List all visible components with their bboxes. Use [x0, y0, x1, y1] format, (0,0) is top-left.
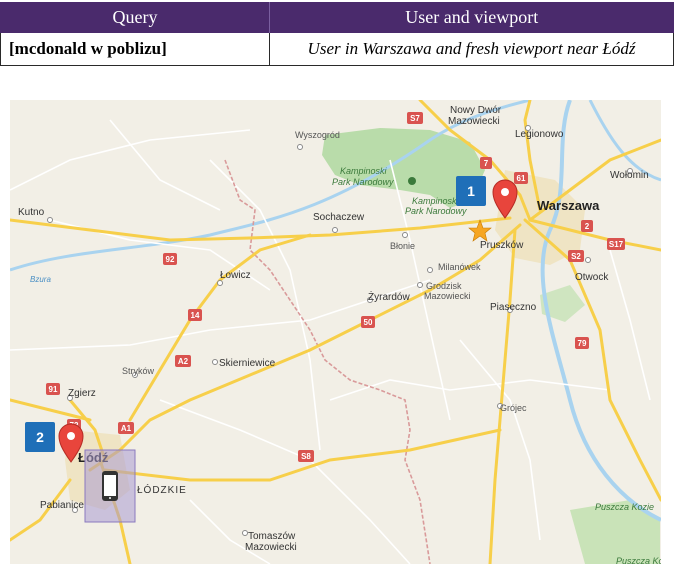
label-legionowo: Legionowo	[515, 129, 564, 140]
header-query: Query	[0, 2, 270, 33]
map-canvas[interactable]: S7 7 61 2 S17 S2 92 14 50 A2 79 91 72 A1…	[10, 100, 661, 564]
svg-text:61: 61	[517, 174, 526, 183]
svg-text:A2: A2	[178, 357, 189, 366]
marker-badge-1[interactable]: 1	[456, 176, 486, 206]
label-puszcza-2: Puszcza Kozie	[616, 556, 661, 564]
road-shield-14: 14	[188, 309, 202, 321]
label-kampinoski-2: Park Narodowy	[332, 177, 394, 187]
svg-text:S8: S8	[301, 452, 311, 461]
svg-text:50: 50	[364, 318, 373, 327]
svg-text:2: 2	[585, 222, 590, 231]
svg-text:14: 14	[191, 311, 200, 320]
label-grojec: Grójec	[500, 403, 527, 413]
label-kutno: Kutno	[18, 207, 45, 218]
svg-text:79: 79	[578, 339, 587, 348]
road-shield-91: 91	[46, 383, 60, 395]
label-piaseczno: Piaseczno	[490, 302, 537, 313]
svg-text:S2: S2	[571, 252, 581, 261]
header-user-viewport: User and viewport	[269, 2, 674, 33]
label-lowicz: Łowicz	[220, 270, 251, 281]
road-shield-s2: S2	[568, 250, 584, 262]
svg-text:S7: S7	[410, 114, 420, 123]
road-shield-92: 92	[163, 253, 177, 265]
label-pruszkow: Pruszków	[480, 240, 524, 251]
svg-text:92: 92	[166, 255, 175, 264]
label-grodzisk-2: Mazowiecki	[424, 291, 471, 301]
label-puszcza-1: Puszcza Kozie	[595, 502, 654, 512]
label-strykow: Stryków	[122, 366, 155, 376]
road-shield-a1: A1	[118, 422, 134, 434]
road-shield-s8: S8	[298, 450, 314, 462]
marker-badge-2[interactable]: 2	[25, 422, 55, 452]
svg-text:A1: A1	[121, 424, 132, 433]
label-nowy-dwor-2: Mazowiecki	[448, 116, 500, 127]
road-shield-79: 79	[575, 337, 589, 349]
map-view[interactable]: S7 7 61 2 S17 S2 92 14 50 A2 79 91 72 A1…	[10, 100, 661, 564]
road-shield-s17: S17	[607, 238, 625, 250]
label-sochaczew: Sochaczew	[313, 212, 365, 223]
road-shield-s7: S7	[407, 112, 423, 124]
label-blonie: Błonie	[390, 241, 415, 251]
label-bzura: Bzura	[30, 275, 51, 284]
query-table: Query User and viewport [mcdonald w pobl…	[0, 2, 674, 66]
label-lodzkie: ŁÓDZKIE	[137, 483, 187, 496]
svg-text:S17: S17	[609, 240, 624, 249]
label-wyszogrod: Wyszogród	[295, 130, 340, 140]
label-warszawa: Warszawa	[537, 198, 600, 213]
user-viewport-cell: User in Warszawa and fresh viewport near…	[269, 33, 674, 66]
phone-icon	[102, 471, 118, 501]
svg-text:91: 91	[49, 385, 58, 394]
label-nowy-dwor-1: Nowy Dwór	[450, 105, 502, 116]
park-icon	[408, 177, 416, 185]
label-tomaszow-2: Mazowiecki	[245, 542, 297, 553]
label-otwock: Otwock	[575, 272, 609, 283]
label-wolomin: Wołomin	[610, 170, 649, 181]
road-shield-a2: A2	[175, 355, 191, 367]
label-kampinoski-3: Kampinoski	[412, 196, 460, 206]
label-grodzisk-1: Grodzisk	[426, 281, 462, 291]
label-kampinoski-1: Kampinoski	[340, 166, 388, 176]
label-kampinoski-4: Park Narodowy	[405, 206, 467, 216]
query-cell: [mcdonald w poblizu]	[0, 33, 270, 66]
table-header-row: Query User and viewport	[0, 2, 674, 33]
label-tomaszow-1: Tomaszów	[248, 531, 296, 542]
road-shield-2: 2	[581, 220, 593, 232]
road-shield-50: 50	[361, 316, 375, 328]
label-pabianice: Pabianice	[40, 500, 84, 511]
road-shield-7: 7	[480, 157, 492, 169]
label-skierniewice: Skierniewice	[219, 358, 276, 369]
label-zyrardow: Żyrardów	[368, 290, 410, 303]
road-shield-61: 61	[514, 172, 528, 184]
label-milanowek: Milanówek	[438, 262, 481, 272]
table-row: [mcdonald w poblizu] User in Warszawa an…	[0, 33, 674, 66]
svg-text:7: 7	[484, 159, 489, 168]
label-zgierz: Zgierz	[68, 388, 96, 399]
